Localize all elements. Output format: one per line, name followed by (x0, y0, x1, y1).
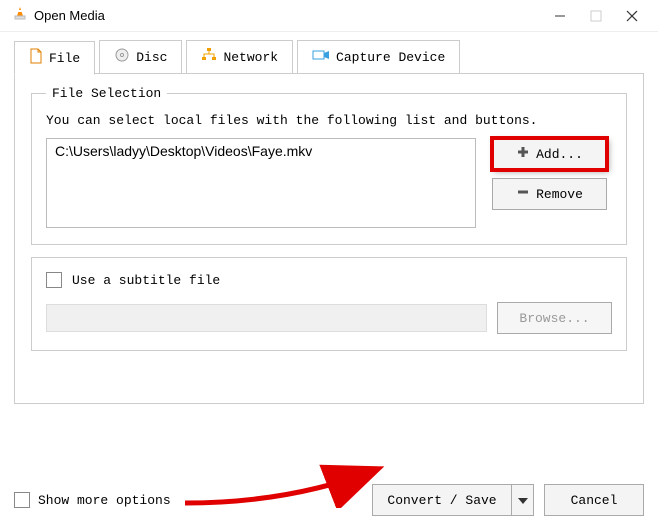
disc-icon (114, 47, 130, 67)
minus-icon (516, 185, 530, 203)
tab-disc-label: Disc (136, 50, 167, 65)
titlebar: Open Media (0, 0, 658, 32)
tab-file[interactable]: File (14, 41, 95, 75)
subtitle-group: Use a subtitle file Browse... (31, 257, 627, 351)
tab-file-label: File (49, 51, 80, 66)
add-button-label: Add... (536, 147, 583, 162)
capture-icon (312, 48, 330, 66)
browse-button: Browse... (497, 302, 612, 334)
remove-button-label: Remove (536, 187, 583, 202)
subtitle-checkbox-label: Use a subtitle file (72, 273, 220, 288)
browse-button-label: Browse... (519, 311, 589, 326)
minimize-button[interactable] (542, 2, 578, 30)
close-button[interactable] (614, 2, 650, 30)
file-selection-group: File Selection You can select local file… (31, 86, 627, 245)
subtitle-checkbox[interactable] (46, 272, 62, 288)
tab-bar: File Disc Network Capture Device (14, 40, 644, 74)
tab-network-label: Network (223, 50, 278, 65)
tab-pane-file: File Selection You can select local file… (14, 73, 644, 404)
chevron-down-icon (518, 493, 528, 508)
cancel-button[interactable]: Cancel (544, 484, 644, 516)
window-title: Open Media (34, 8, 542, 23)
show-more-label: Show more options (38, 493, 171, 508)
show-more-checkbox[interactable] (14, 492, 30, 508)
subtitle-path-input (46, 304, 487, 332)
tab-disc[interactable]: Disc (99, 40, 182, 74)
maximize-button[interactable] (578, 2, 614, 30)
file-icon (29, 48, 43, 68)
tab-capture-label: Capture Device (336, 50, 445, 65)
convert-save-dropdown[interactable] (512, 484, 534, 516)
convert-save-button[interactable]: Convert / Save (372, 484, 512, 516)
cancel-label: Cancel (571, 493, 618, 508)
convert-save-label: Convert / Save (387, 493, 496, 508)
tab-capture[interactable]: Capture Device (297, 40, 460, 74)
remove-button[interactable]: Remove (492, 178, 607, 210)
file-selection-legend: File Selection (46, 86, 167, 101)
network-icon (201, 47, 217, 67)
app-icon (12, 6, 28, 26)
convert-save-combo: Convert / Save (372, 484, 534, 516)
file-list-item[interactable]: C:\Users\ladyy\Desktop\Videos\Faye.mkv (55, 143, 467, 159)
file-selection-instruction: You can select local files with the foll… (46, 113, 612, 128)
add-button[interactable]: Add... (492, 138, 607, 170)
plus-icon (516, 145, 530, 163)
tab-network[interactable]: Network (186, 40, 293, 74)
file-list[interactable]: C:\Users\ladyy\Desktop\Videos\Faye.mkv (46, 138, 476, 228)
